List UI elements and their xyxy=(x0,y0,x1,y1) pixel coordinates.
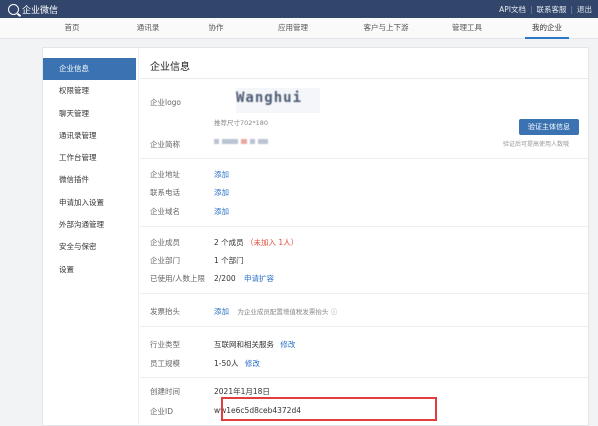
page-title: 企业信息 xyxy=(150,62,190,73)
sidebar-item-chat[interactable]: 聊天管理 xyxy=(43,103,138,125)
name-label: 企业简称 xyxy=(150,140,180,149)
members-pending[interactable]: （未加入 1人） xyxy=(246,238,298,247)
divider: | xyxy=(529,4,533,14)
enterprise-name-blurred xyxy=(214,139,268,144)
staff-value: 1-50人 修改 xyxy=(214,358,260,369)
industry-text: 互联网和相关服务 xyxy=(214,340,274,349)
sidebar-item-enterprise-info[interactable]: 企业信息 xyxy=(43,58,136,81)
app-title: 企业微信 xyxy=(22,5,59,16)
nav-tools[interactable]: 管理工具 xyxy=(449,18,485,39)
main-nav: 首页 通讯录 协作 应用管理 客户与上下游 管理工具 我的企业 xyxy=(0,18,598,39)
divider xyxy=(140,78,588,79)
divider xyxy=(140,293,588,294)
divider: | xyxy=(570,4,573,14)
members-label: 企业成员 xyxy=(150,238,180,247)
corp-id-label: 企业ID xyxy=(150,407,173,416)
nav-customers[interactable]: 客户与上下游 xyxy=(357,18,415,39)
sidebar-item-external[interactable]: 外部沟通管理 xyxy=(43,214,138,236)
staff-label: 员工规模 xyxy=(150,359,180,368)
staff-text: 1-50人 xyxy=(214,359,239,368)
top-links: API文档 | 联系客服 | 退出 xyxy=(499,0,592,18)
sidebar-item-settings[interactable]: 设置 xyxy=(43,259,138,281)
contact-support-link[interactable]: 联系客服 xyxy=(536,4,566,15)
dept-value: 1 个部门 xyxy=(214,256,244,265)
nav-app-management[interactable]: 应用管理 xyxy=(272,18,314,39)
invoice-value: 添加 为企业成员配置增值税发票抬头 ⓘ xyxy=(214,306,337,317)
sidebar-item-join-settings[interactable]: 申请加入设置 xyxy=(43,192,138,214)
sidebar: 企业信息 权限管理 聊天管理 通讯录管理 工作台管理 微信插件 申请加入设置 外… xyxy=(43,48,139,425)
members-value: 2 个成员 （未加入 1人） xyxy=(214,237,298,248)
invoice-add-link[interactable]: 添加 xyxy=(214,307,229,316)
invoice-label: 发票抬头 xyxy=(150,307,180,316)
api-docs-link[interactable]: API文档 xyxy=(499,4,526,15)
industry-label: 行业类型 xyxy=(150,340,180,349)
sidebar-item-workbench[interactable]: 工作台管理 xyxy=(43,147,138,169)
logout-link[interactable]: 退出 xyxy=(577,4,592,15)
divider xyxy=(140,226,588,227)
nav-my-enterprise[interactable]: 我的企业 xyxy=(525,18,569,39)
phone-label: 联系电话 xyxy=(150,188,180,197)
domain-add-link[interactable]: 添加 xyxy=(214,206,229,217)
divider xyxy=(140,158,588,159)
apply-expand-link[interactable]: 申请扩容 xyxy=(244,274,274,283)
app-logo[interactable]: 企业微信 xyxy=(8,3,58,16)
enterprise-card: 企业信息 权限管理 聊天管理 通讯录管理 工作台管理 微信插件 申请加入设置 外… xyxy=(42,47,589,426)
industry-value: 互联网和相关服务 修改 xyxy=(214,339,295,350)
dept-label: 企业部门 xyxy=(150,256,180,265)
address-label: 企业地址 xyxy=(150,170,180,179)
members-count: 2 个成员 xyxy=(214,238,244,247)
usage-count: 2/200 xyxy=(214,274,236,283)
logo-text: Wanghui xyxy=(236,90,303,106)
nav-home[interactable]: 首页 xyxy=(57,18,87,39)
sidebar-item-contacts[interactable]: 通讯录管理 xyxy=(43,125,138,147)
logo-size-hint: 推荐尺寸702*180 xyxy=(214,119,269,127)
invoice-hint: 为企业成员配置增值税发票抬头 xyxy=(237,308,329,316)
wecom-logo-icon xyxy=(8,3,19,15)
verify-tip: 验证后可提高使用人数哦 xyxy=(503,141,570,148)
corp-id-highlight-box xyxy=(221,397,437,421)
divider xyxy=(140,377,588,378)
created-value: 2021年1月18日 xyxy=(214,387,270,396)
help-icon[interactable]: ⓘ xyxy=(331,308,338,316)
usage-value: 2/200 申请扩容 xyxy=(214,273,274,284)
logo-label: 企业logo xyxy=(150,98,182,107)
verify-entity-button[interactable]: 验证主体信息 xyxy=(519,119,579,135)
sidebar-item-security[interactable]: 安全与保密 xyxy=(43,236,138,258)
address-add-link[interactable]: 添加 xyxy=(214,169,229,180)
nav-collaboration[interactable]: 协作 xyxy=(204,18,228,39)
staff-edit-link[interactable]: 修改 xyxy=(245,359,260,368)
nav-contacts[interactable]: 通讯录 xyxy=(130,18,166,39)
top-bar: 企业微信 API文档 | 联系客服 | 退出 xyxy=(0,0,598,18)
sidebar-item-permissions[interactable]: 权限管理 xyxy=(43,80,138,102)
usage-label: 已使用/人数上限 xyxy=(150,274,206,283)
domain-label: 企业域名 xyxy=(150,207,180,216)
content-area: 企业信息 企业logo Wanghui 推荐尺寸702*180 企业简称 验证主… xyxy=(140,48,588,425)
phone-add-link[interactable]: 添加 xyxy=(214,187,229,198)
industry-edit-link[interactable]: 修改 xyxy=(280,340,295,349)
created-label: 创建时间 xyxy=(150,387,180,396)
divider xyxy=(140,326,588,327)
sidebar-item-wechat-plugin[interactable]: 微信插件 xyxy=(43,169,138,191)
